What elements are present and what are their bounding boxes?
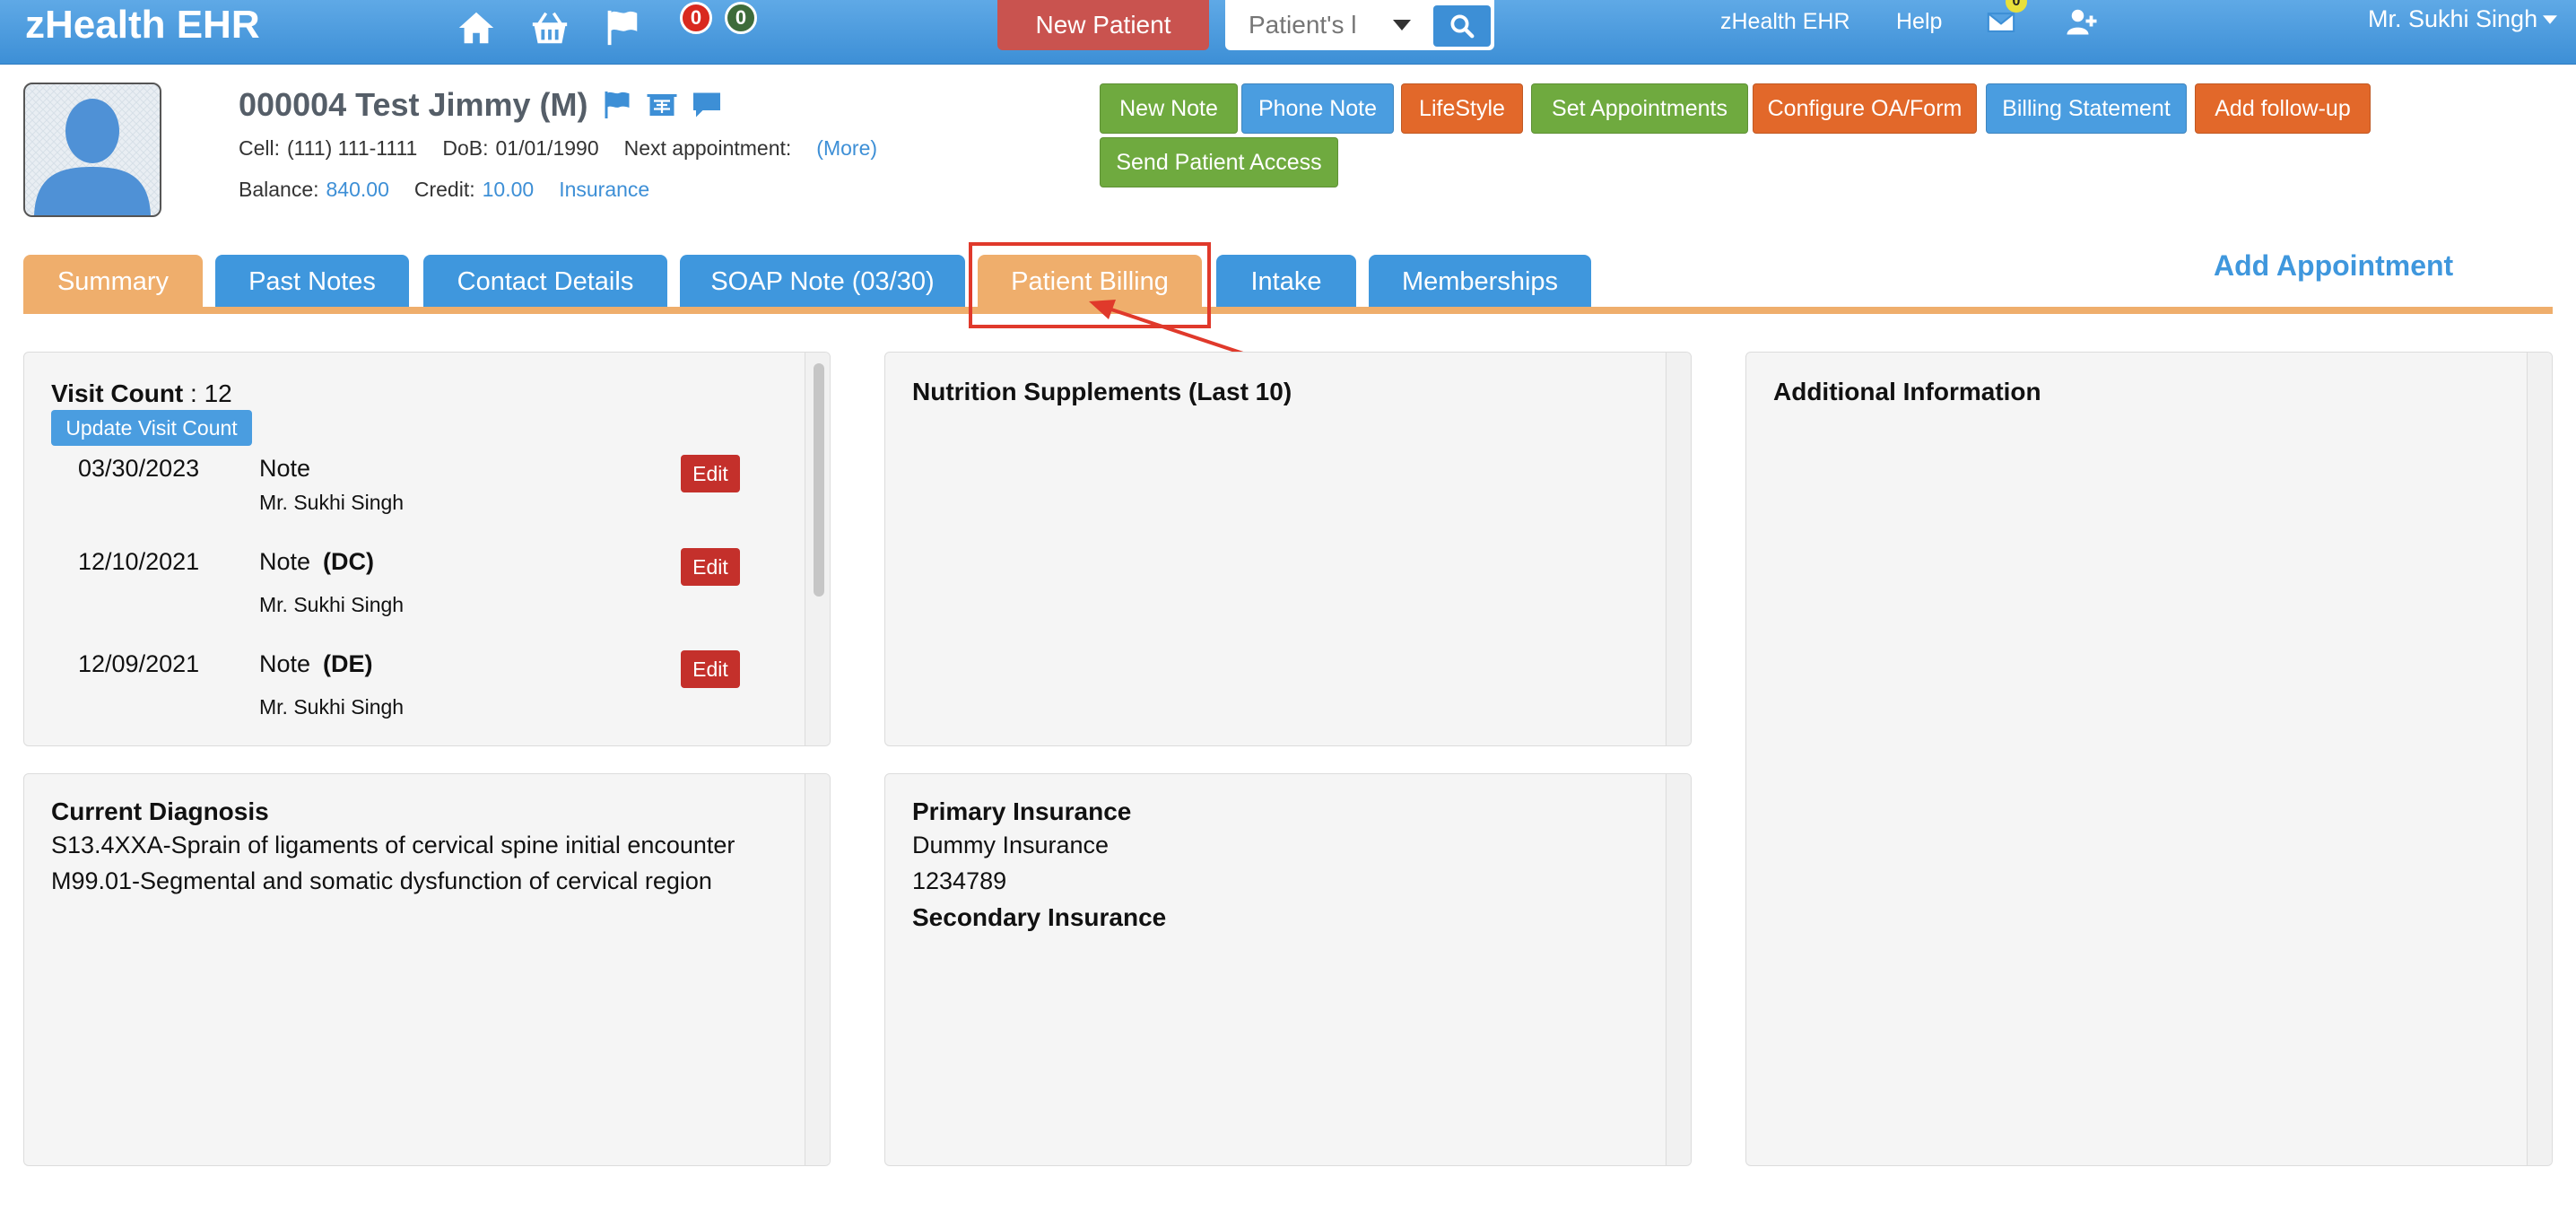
tab-summary[interactable]: Summary — [23, 255, 203, 309]
visit-note[interactable]: Note (DE) — [259, 650, 373, 678]
panel-scrollbar[interactable] — [2527, 353, 2552, 1165]
search-icon — [1450, 14, 1475, 39]
patient-search — [1225, 0, 1494, 50]
additional-info-title: Additional Information — [1773, 378, 2041, 405]
visit-date: 12/10/2021 — [78, 548, 200, 575]
primary-insurance-id: 1234789 — [912, 867, 1007, 894]
balance-value[interactable]: 840.00 — [326, 178, 389, 202]
visit-count-panel: Visit Count : 12 Update Visit Count 03/3… — [23, 352, 831, 746]
send-patient-access-button[interactable]: Send Patient Access — [1100, 137, 1338, 187]
tab-past-notes[interactable]: Past Notes — [215, 255, 409, 309]
new-note-button[interactable]: New Note — [1100, 83, 1238, 134]
diagnosis-line: S13.4XXA-Sprain of ligaments of cervical… — [51, 832, 735, 858]
billing-statement-button[interactable]: Billing Statement — [1986, 83, 2187, 134]
badge-icon[interactable] — [644, 89, 680, 121]
visit-row: 12/10/2021 Note (DC) Mr. Sukhi Singh Edit — [24, 548, 796, 647]
nutrition-title: Nutrition Supplements (Last 10) — [912, 378, 1292, 405]
new-patient-button[interactable]: New Patient — [997, 0, 1209, 50]
patient-search-input[interactable] — [1227, 2, 1376, 48]
add-user-icon[interactable] — [2059, 0, 2104, 45]
brand-logo[interactable]: zHealth EHR — [25, 2, 260, 48]
credit-label: Credit: — [413, 178, 475, 201]
tab-memberships[interactable]: Memberships — [1369, 255, 1591, 309]
edit-button[interactable]: Edit — [681, 548, 740, 586]
visit-provider: Mr. Sukhi Singh — [259, 695, 405, 719]
visit-note-label: Note — [259, 548, 311, 575]
additional-info-panel: Additional Information — [1745, 352, 2553, 1166]
more-link[interactable]: (More) — [816, 136, 877, 161]
add-followup-button[interactable]: Add follow-up — [2195, 83, 2371, 134]
phone-note-button[interactable]: Phone Note — [1241, 83, 1394, 134]
credit-value[interactable]: 10.00 — [483, 178, 535, 202]
user-menu[interactable]: Mr. Sukhi Singh — [2368, 5, 2558, 33]
visit-date: 03/30/2023 — [78, 455, 200, 482]
configure-oa-button[interactable]: Configure OA/Form — [1753, 83, 1977, 134]
secondary-insurance-title: Secondary Insurance — [912, 903, 1167, 931]
tab-contact-details[interactable]: Contact Details — [423, 255, 667, 309]
notification-badge-green[interactable]: 0 — [725, 2, 757, 34]
basket-icon[interactable] — [527, 5, 572, 50]
add-appointment-link[interactable]: Add Appointment — [2214, 249, 2453, 283]
panel-scrollbar[interactable] — [805, 353, 830, 745]
flag-icon[interactable] — [599, 5, 644, 50]
help-link[interactable]: Help — [1896, 7, 1942, 36]
visit-note-label: Note — [259, 455, 311, 482]
patient-contact-line: Cell: (111) 111-1111 DoB: 01/01/1990 Nex… — [239, 136, 877, 161]
insurance-link[interactable]: Insurance — [559, 178, 649, 202]
patient-avatar — [23, 83, 161, 217]
chevron-down-icon — [2543, 14, 2558, 24]
visit-note[interactable]: Note (DC) — [259, 548, 374, 576]
visit-row: 12/09/2021 Note (DE) Mr. Sukhi Singh Edit — [24, 650, 796, 745]
visit-count-value: 12 — [204, 379, 232, 407]
patient-balance-line: Balance: 840.00 Credit: 10.00 Insurance — [239, 178, 649, 202]
panel-scrollbar[interactable] — [1666, 774, 1691, 1165]
visit-note[interactable]: Note — [259, 455, 323, 483]
diagnosis-title: Current Diagnosis — [51, 797, 269, 825]
edit-button[interactable]: Edit — [681, 455, 740, 492]
user-name: Mr. Sukhi Singh — [2368, 5, 2538, 32]
flag-icon[interactable] — [599, 89, 635, 121]
primary-insurance-name: Dummy Insurance — [912, 832, 1110, 858]
visit-provider: Mr. Sukhi Singh — [259, 491, 405, 514]
dob-label: DoB: — [442, 136, 489, 160]
update-visit-count-button[interactable]: Update Visit Count — [51, 410, 252, 446]
visit-date: 12/09/2021 — [78, 650, 200, 677]
patient-name-text: 000004 Test Jimmy (M) — [239, 86, 588, 123]
diagnosis-panel: Current Diagnosis S13.4XXA-Sprain of lig… — [23, 773, 831, 1166]
dob-value: 01/01/1990 — [495, 136, 599, 160]
app-link[interactable]: zHealth EHR — [1720, 7, 1850, 36]
visit-note-tag: (DE) — [323, 650, 373, 677]
visit-row: 03/30/2023 Note Mr. Sukhi Singh Edit — [24, 455, 796, 553]
chat-icon[interactable] — [689, 89, 725, 121]
edit-button[interactable]: Edit — [681, 650, 740, 688]
balance-label: Balance: — [239, 178, 319, 201]
visit-provider: Mr. Sukhi Singh — [259, 593, 405, 616]
visit-count-title: Visit Count — [51, 379, 184, 407]
cell-label: Cell: — [239, 136, 281, 160]
nutrition-panel: Nutrition Supplements (Last 10) — [884, 352, 1692, 746]
scrollbar-thumb[interactable] — [814, 363, 824, 597]
diagnosis-line: M99.01-Segmental and somatic dysfunction… — [51, 867, 712, 894]
home-icon[interactable] — [454, 5, 499, 50]
top-navbar: zHealth EHR 0 0 New Patient zHealth EHR … — [0, 0, 2576, 65]
search-button[interactable] — [1433, 5, 1491, 47]
lifestyle-button[interactable]: LifeStyle — [1401, 83, 1523, 134]
set-appointments-button[interactable]: Set Appointments — [1531, 83, 1748, 134]
panel-scrollbar[interactable] — [805, 774, 830, 1165]
panel-scrollbar[interactable] — [1666, 353, 1691, 745]
chevron-down-icon[interactable] — [1388, 11, 1415, 39]
insurance-panel: Primary Insurance Dummy Insurance 123478… — [884, 773, 1692, 1166]
next-appointment-label: Next appointment: — [623, 136, 792, 160]
notification-badge-red[interactable]: 0 — [680, 2, 712, 34]
patient-name: 000004 Test Jimmy (M) — [239, 86, 725, 124]
visit-count-label: Visit Count : 12 — [51, 379, 232, 407]
visit-note-label: Note — [259, 650, 311, 677]
cell-value: (111) 111-1111 — [287, 136, 418, 160]
tab-soap-note[interactable]: SOAP Note (03/30) — [680, 255, 965, 309]
primary-insurance-title: Primary Insurance — [912, 797, 1132, 825]
visit-note-tag: (DC) — [323, 548, 375, 575]
